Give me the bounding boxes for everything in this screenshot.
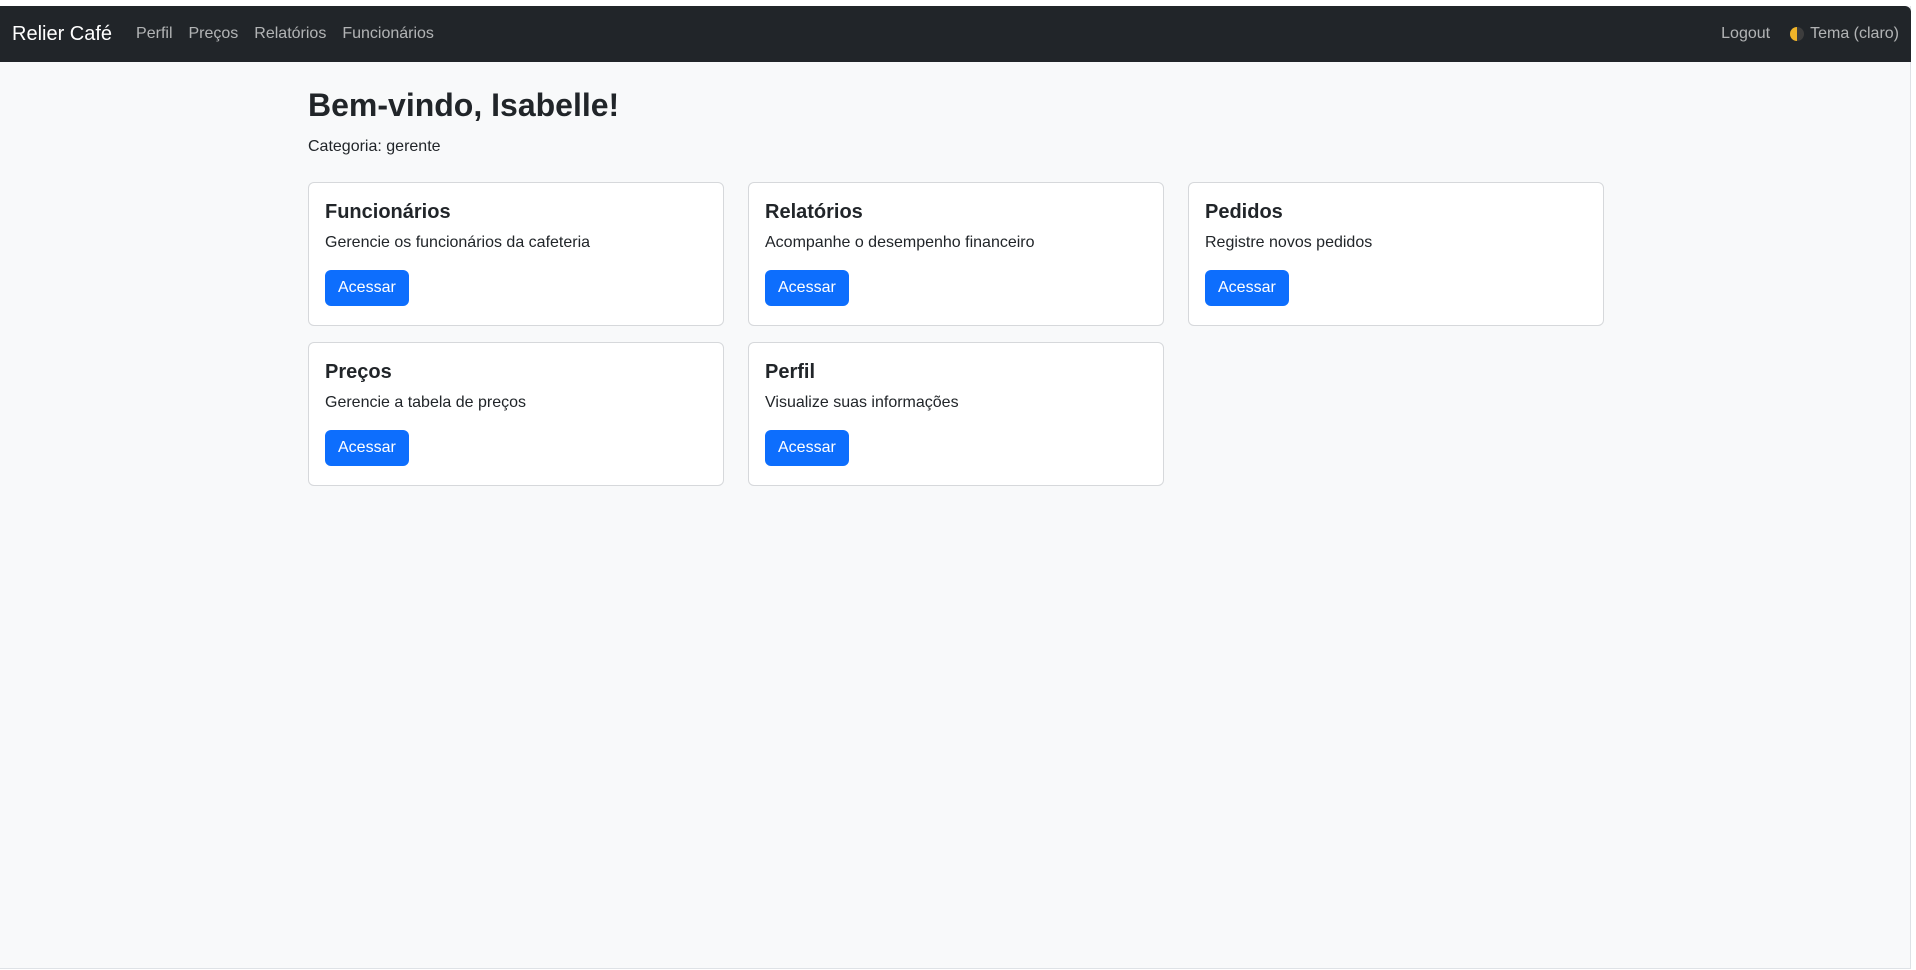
card-relatorios: Relatórios Acompanhe o desempenho financ…	[748, 182, 1164, 327]
brand-link[interactable]: Relier Café	[12, 23, 112, 46]
card-title: Perfil	[765, 361, 816, 384]
nav-link-funcionarios[interactable]: Funcionários	[342, 25, 434, 43]
theme-icon	[1790, 27, 1805, 41]
card-pedidos: Pedidos Registre novos pedidos Acessar	[1188, 182, 1604, 327]
card-funcionarios: Funcionários Gerencie os funcionários da…	[308, 182, 724, 327]
nav-link-precos[interactable]: Preços	[189, 25, 239, 43]
category-value: gerente	[386, 138, 441, 156]
acessar-funcionarios-button[interactable]: Acessar	[325, 270, 409, 307]
main-content: Bem-vindo, Isabelle! Categoria: gerente …	[308, 86, 1608, 487]
acessar-pedidos-button[interactable]: Acessar	[1205, 270, 1289, 307]
nav-right: Logout Tema (claro)	[1721, 25, 1899, 43]
acessar-precos-button[interactable]: Acessar	[325, 430, 409, 467]
theme-toggle[interactable]: Tema (claro)	[1790, 25, 1899, 43]
card-title: Funcionários	[325, 201, 451, 224]
card-grid: Funcionários Gerencie os funcionários da…	[308, 182, 1608, 487]
theme-label: Tema (claro)	[1810, 25, 1899, 42]
card-title: Pedidos	[1205, 201, 1283, 224]
card-text: Visualize suas informações	[765, 394, 959, 412]
nav-link-perfil[interactable]: Perfil	[136, 25, 172, 43]
card-text: Acompanhe o desempenho financeiro	[765, 234, 1035, 252]
card-title: Preços	[325, 361, 392, 384]
welcome-heading: Bem-vindo, Isabelle!	[308, 87, 620, 123]
card-perfil: Perfil Visualize suas informações Acessa…	[748, 342, 1164, 487]
acessar-perfil-button[interactable]: Acessar	[765, 430, 849, 467]
card-text: Gerencie a tabela de preços	[325, 394, 527, 412]
card-title: Relatórios	[765, 201, 863, 224]
card-precos: Preços Gerencie a tabela de preços Acess…	[308, 342, 724, 487]
nav-link-relatorios[interactable]: Relatórios	[254, 25, 326, 43]
category-label: Categoria:	[308, 138, 382, 156]
category-line: Categoria: gerente	[308, 138, 1608, 156]
card-text: Registre novos pedidos	[1205, 234, 1373, 252]
nav-links: Perfil Preços Relatórios Funcionários	[136, 25, 434, 43]
logout-link[interactable]: Logout	[1721, 25, 1770, 43]
card-text: Gerencie os funcionários da cafeteria	[325, 234, 591, 252]
navbar: Relier Café Perfil Preços Relatórios Fun…	[0, 6, 1911, 62]
app-window: Relier Café Perfil Preços Relatórios Fun…	[0, 6, 1911, 969]
acessar-relatorios-button[interactable]: Acessar	[765, 270, 849, 307]
